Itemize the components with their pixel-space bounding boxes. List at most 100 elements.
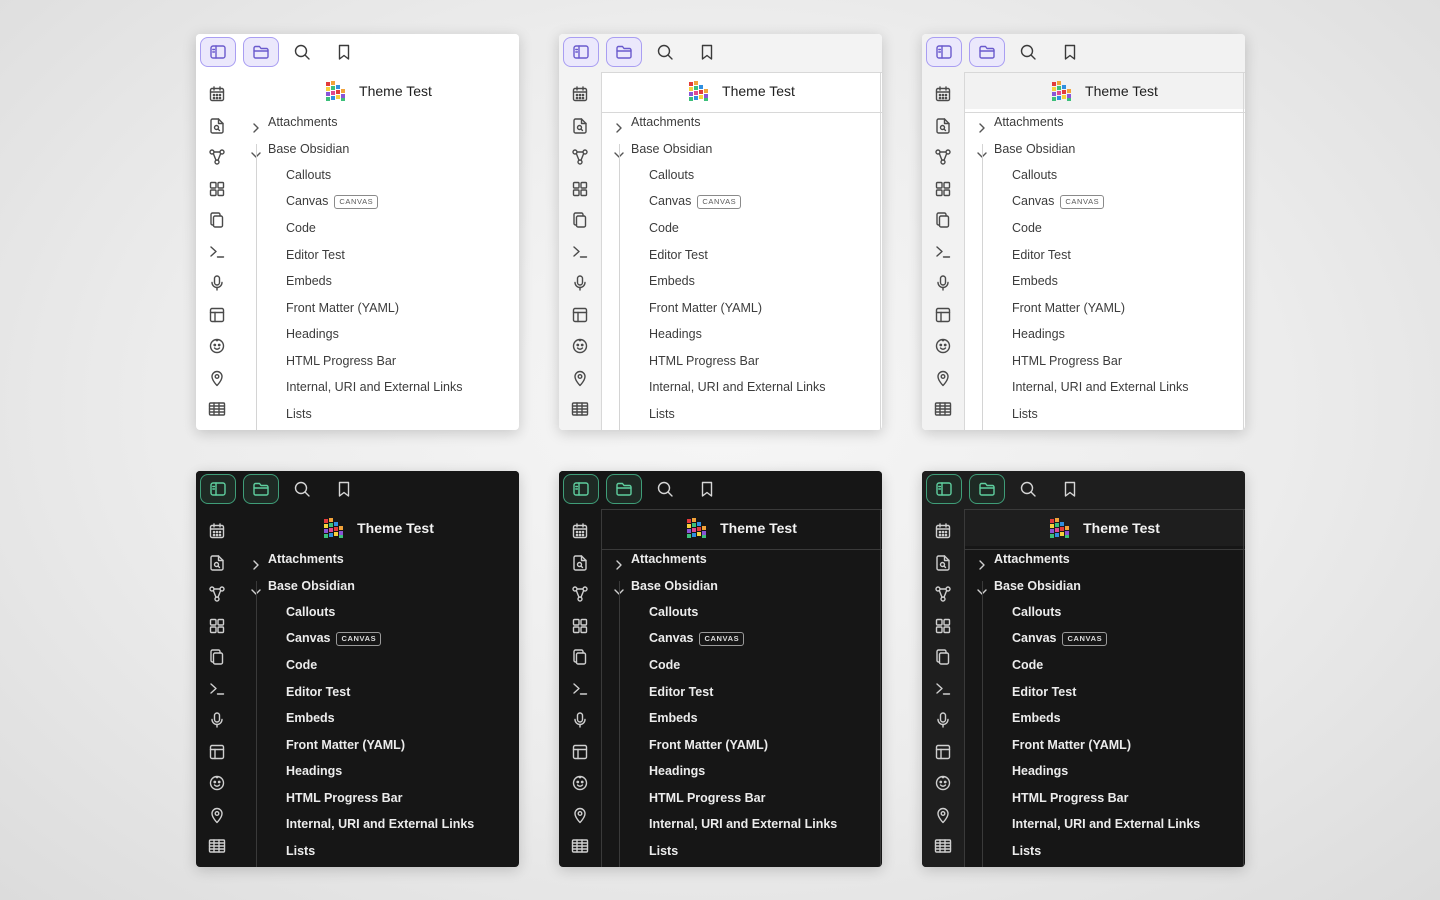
file-item[interactable]: Callouts bbox=[601, 599, 882, 625]
file-item[interactable]: Code bbox=[601, 215, 882, 241]
file-item[interactable]: Callouts bbox=[964, 599, 1245, 625]
calendar-icon[interactable] bbox=[207, 84, 227, 104]
search-button[interactable] bbox=[651, 474, 679, 504]
sidebar-toggle-button[interactable] bbox=[926, 474, 962, 504]
terminal-icon[interactable] bbox=[207, 242, 227, 262]
calendar-icon[interactable] bbox=[570, 521, 590, 541]
folder-base-obsidian[interactable]: Base Obsidian bbox=[964, 136, 1245, 162]
folder-base-obsidian[interactable]: Base Obsidian bbox=[238, 136, 519, 162]
file-item[interactable]: Internal, URI and External Links bbox=[964, 374, 1245, 400]
bookmark-button[interactable] bbox=[330, 37, 358, 67]
graph-icon[interactable] bbox=[933, 147, 953, 167]
layout-icon[interactable] bbox=[933, 305, 953, 325]
file-search-icon[interactable] bbox=[933, 553, 953, 573]
map-pin-icon[interactable] bbox=[570, 368, 590, 388]
dashboard-icon[interactable] bbox=[933, 616, 953, 636]
sidebar-toggle-button[interactable] bbox=[200, 474, 236, 504]
file-search-icon[interactable] bbox=[570, 553, 590, 573]
folder-button[interactable] bbox=[969, 474, 1005, 504]
layout-icon[interactable] bbox=[570, 305, 590, 325]
face-icon[interactable] bbox=[207, 336, 227, 356]
sidebar-toggle-button[interactable] bbox=[200, 37, 236, 67]
file-item[interactable]: Lists bbox=[964, 838, 1245, 864]
file-item[interactable]: Front Matter (YAML) bbox=[964, 732, 1245, 758]
table-icon[interactable] bbox=[570, 399, 590, 419]
file-item[interactable]: Code bbox=[964, 215, 1245, 241]
face-icon[interactable] bbox=[207, 773, 227, 793]
file-item[interactable]: Front Matter (YAML) bbox=[238, 295, 519, 321]
file-search-icon[interactable] bbox=[207, 553, 227, 573]
microphone-icon[interactable] bbox=[933, 273, 953, 293]
file-item[interactable]: Code bbox=[238, 215, 519, 241]
search-button[interactable] bbox=[1014, 474, 1042, 504]
file-item[interactable]: Code bbox=[601, 652, 882, 678]
graph-icon[interactable] bbox=[207, 147, 227, 167]
calendar-icon[interactable] bbox=[207, 521, 227, 541]
file-item[interactable]: Internal, URI and External Links bbox=[238, 374, 519, 400]
dashboard-icon[interactable] bbox=[207, 616, 227, 636]
microphone-icon[interactable] bbox=[207, 710, 227, 730]
file-item[interactable]: Headings bbox=[238, 758, 519, 784]
file-item[interactable]: Internal, URI and External Links bbox=[601, 374, 882, 400]
file-item[interactable]: HTML Progress Bar bbox=[238, 785, 519, 811]
terminal-icon[interactable] bbox=[570, 242, 590, 262]
file-item[interactable]: Headings bbox=[964, 321, 1245, 347]
table-icon[interactable] bbox=[933, 399, 953, 419]
file-item[interactable]: Internal, URI and External Links bbox=[964, 811, 1245, 837]
file-search-icon[interactable] bbox=[933, 116, 953, 136]
dashboard-icon[interactable] bbox=[570, 616, 590, 636]
file-item[interactable]: Callouts bbox=[238, 162, 519, 188]
file-item[interactable]: Lists bbox=[601, 401, 882, 427]
file-item[interactable]: Canvas CANVAS bbox=[238, 189, 519, 215]
file-item[interactable]: Callouts bbox=[238, 599, 519, 625]
file-search-icon[interactable] bbox=[207, 116, 227, 136]
file-item[interactable]: Canvas CANVAS bbox=[601, 189, 882, 215]
map-pin-icon[interactable] bbox=[933, 368, 953, 388]
dashboard-icon[interactable] bbox=[933, 179, 953, 199]
file-item[interactable]: Code bbox=[238, 652, 519, 678]
file-item[interactable]: Lists bbox=[238, 401, 519, 427]
folder-button[interactable] bbox=[606, 474, 642, 504]
file-item[interactable]: Canvas CANVAS bbox=[238, 626, 519, 652]
terminal-icon[interactable] bbox=[933, 242, 953, 262]
file-item[interactable]: HTML Progress Bar bbox=[601, 785, 882, 811]
file-search-icon[interactable] bbox=[570, 116, 590, 136]
map-pin-icon[interactable] bbox=[207, 368, 227, 388]
sidebar-toggle-button[interactable] bbox=[563, 474, 599, 504]
file-item[interactable]: Headings bbox=[238, 321, 519, 347]
face-icon[interactable] bbox=[570, 336, 590, 356]
copy-icon[interactable] bbox=[207, 647, 227, 667]
folder-button[interactable] bbox=[969, 37, 1005, 67]
graph-icon[interactable] bbox=[570, 147, 590, 167]
face-icon[interactable] bbox=[933, 336, 953, 356]
file-item[interactable]: Headings bbox=[601, 321, 882, 347]
file-item[interactable]: Headings bbox=[964, 758, 1245, 784]
file-item[interactable]: Embeds bbox=[601, 268, 882, 294]
table-icon[interactable] bbox=[207, 836, 227, 856]
face-icon[interactable] bbox=[933, 773, 953, 793]
face-icon[interactable] bbox=[570, 773, 590, 793]
folder-base-obsidian[interactable]: Base Obsidian bbox=[964, 573, 1245, 599]
bookmark-button[interactable] bbox=[330, 474, 358, 504]
folder-base-obsidian[interactable]: Base Obsidian bbox=[601, 136, 882, 162]
search-button[interactable] bbox=[651, 37, 679, 67]
copy-icon[interactable] bbox=[933, 647, 953, 667]
vault-header[interactable]: Theme Test bbox=[238, 509, 519, 546]
file-item[interactable]: Editor Test bbox=[238, 242, 519, 268]
layout-icon[interactable] bbox=[933, 742, 953, 762]
file-item[interactable]: Lists bbox=[601, 838, 882, 864]
table-icon[interactable] bbox=[207, 399, 227, 419]
file-item[interactable]: Embeds bbox=[238, 705, 519, 731]
file-item[interactable]: Canvas CANVAS bbox=[964, 626, 1245, 652]
graph-icon[interactable] bbox=[933, 584, 953, 604]
file-item[interactable]: Embeds bbox=[601, 705, 882, 731]
search-button[interactable] bbox=[1014, 37, 1042, 67]
file-item[interactable]: Embeds bbox=[964, 268, 1245, 294]
table-icon[interactable] bbox=[570, 836, 590, 856]
map-pin-icon[interactable] bbox=[570, 805, 590, 825]
copy-icon[interactable] bbox=[933, 210, 953, 230]
file-item[interactable]: Code bbox=[964, 652, 1245, 678]
vault-header[interactable]: Theme Test bbox=[238, 72, 519, 109]
terminal-icon[interactable] bbox=[207, 679, 227, 699]
terminal-icon[interactable] bbox=[933, 679, 953, 699]
